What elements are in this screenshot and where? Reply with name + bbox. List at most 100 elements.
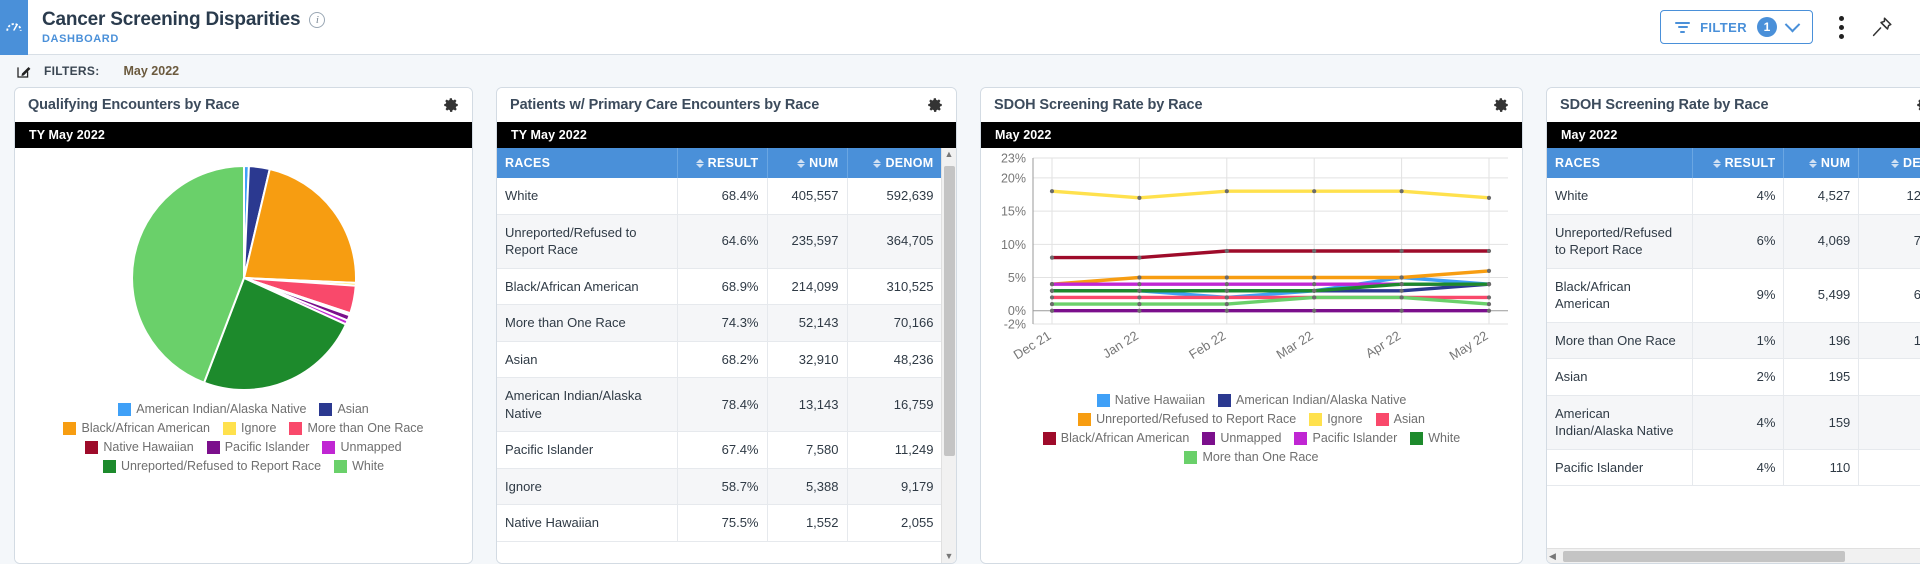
data-point-marker[interactable] — [1486, 195, 1492, 200]
legend-item[interactable]: Ignore — [1309, 412, 1363, 426]
legend-item[interactable]: Black/African American — [63, 421, 210, 435]
data-point-marker[interactable] — [1399, 248, 1404, 254]
table-row[interactable]: Black/African American9%5,4996 — [1547, 268, 1920, 323]
horizontal-scrollbar[interactable]: ◀ ▶ — [1547, 548, 1920, 563]
scrollbar-thumb[interactable] — [1563, 551, 1845, 562]
data-point-marker[interactable] — [1224, 189, 1229, 194]
scroll-left-arrow[interactable]: ◀ — [1549, 551, 1556, 562]
table-row[interactable]: American Indian/Alaska Native 78.4% 13,143… — [497, 377, 941, 433]
data-point-marker[interactable] — [1049, 295, 1055, 300]
table-row[interactable]: More than One Race 74.3% 52,143 70,166 — [497, 304, 941, 342]
column-header-races[interactable]: RACES — [1547, 148, 1694, 178]
data-point-marker[interactable] — [1224, 282, 1229, 287]
data-point-marker[interactable] — [1224, 275, 1229, 280]
table-row[interactable]: Asian 68.2% 32,910 48,236 — [497, 341, 941, 379]
gear-icon[interactable] — [1492, 96, 1510, 114]
data-point-marker[interactable] — [1312, 288, 1317, 293]
scrollbar-thumb[interactable] — [944, 166, 955, 456]
gear-icon[interactable] — [1915, 96, 1920, 114]
table-row[interactable]: Pacific Islander 4% 110 — [1547, 449, 1920, 487]
data-point-marker[interactable] — [1137, 301, 1142, 307]
data-point-marker[interactable] — [1399, 295, 1404, 300]
data-point-marker[interactable] — [1399, 288, 1404, 293]
table-row[interactable]: Unreported/Refused to Report Race 64.6% 23… — [497, 214, 941, 269]
line-series[interactable] — [1050, 269, 1491, 286]
data-point-marker[interactable] — [1486, 248, 1492, 254]
table-row[interactable]: Native Hawaiian 75.5% 1,552 2,055 — [497, 504, 941, 543]
legend-item[interactable]: Asian — [319, 402, 369, 416]
data-point-marker[interactable] — [1312, 275, 1317, 280]
data-point-marker[interactable] — [1049, 255, 1055, 260]
scroll-up-arrow[interactable]: ▲ — [945, 150, 954, 159]
data-point-marker[interactable] — [1137, 308, 1142, 313]
legend-item[interactable]: Black/African American — [1042, 431, 1189, 445]
data-point-marker[interactable] — [1399, 189, 1404, 194]
table-row[interactable]: Black/African American 68.9% 214,099 310,52… — [497, 268, 941, 306]
data-point-marker[interactable] — [1137, 275, 1142, 280]
column-header-denom[interactable]: DENOM — [847, 148, 941, 178]
data-point-marker[interactable] — [1224, 308, 1229, 313]
table-row[interactable]: Ignore 58.7% 5,388 9,179 — [497, 468, 941, 506]
pie-chart[interactable] — [124, 158, 364, 398]
table-row[interactable]: American Indian/Alaska Native 4% 159 — [1547, 395, 1920, 450]
legend-item[interactable]: Unmapped — [322, 440, 402, 454]
gear-icon[interactable] — [442, 96, 460, 114]
filters-value[interactable]: May 2022 — [124, 64, 180, 78]
legend-item[interactable]: Unmapped — [1202, 431, 1281, 445]
column-header-races[interactable]: RACES — [497, 148, 678, 178]
table-row[interactable]: White 4% 4,527 12 — [1547, 178, 1920, 215]
legend-item[interactable]: Pacific Islander — [206, 440, 309, 454]
legend-item[interactable]: Native Hawaiian — [1096, 393, 1205, 407]
vertical-scrollbar[interactable]: ▲ ▼ — [941, 148, 956, 563]
data-point-marker[interactable] — [1137, 288, 1142, 293]
more-options-icon[interactable] — [1835, 12, 1848, 43]
gear-icon[interactable] — [926, 96, 944, 114]
data-point-marker[interactable] — [1399, 275, 1404, 280]
table-row[interactable]: Pacific Islander 67.4% 7,580 11,249 — [497, 431, 941, 469]
data-point-marker[interactable] — [1312, 295, 1317, 300]
column-header-num[interactable]: NUM — [767, 148, 848, 178]
data-point-marker[interactable] — [1137, 282, 1142, 287]
pin-icon[interactable] — [1870, 15, 1894, 39]
data-point-marker[interactable] — [1137, 295, 1142, 300]
line-chart[interactable]: 23% 20% 15% 10% 5% 0%-2%Dec 21 Jan 22 Feb 22 Mar… — [981, 148, 1522, 386]
table-row[interactable]: More than One Race1%1961 — [1547, 322, 1920, 360]
data-point-marker[interactable] — [1312, 189, 1317, 194]
legend-item[interactable]: White — [334, 459, 384, 473]
data-point-marker[interactable] — [1312, 282, 1317, 287]
table-row[interactable]: Asian 2% 195 — [1547, 358, 1920, 396]
data-point-marker[interactable] — [1224, 288, 1229, 293]
legend-item[interactable]: Native Hawaiian — [85, 440, 194, 454]
data-point-marker[interactable] — [1049, 301, 1055, 307]
column-header-num[interactable]: NUM — [1783, 148, 1860, 178]
legend-item[interactable]: American Indian/Alaska Native — [118, 402, 306, 416]
data-point-marker[interactable] — [1486, 301, 1492, 307]
data-point-marker[interactable] — [1486, 268, 1492, 273]
data-point-marker[interactable] — [1399, 308, 1404, 313]
scroll-down-arrow[interactable]: ▼ — [945, 552, 954, 561]
legend-item[interactable]: Asian — [1375, 412, 1425, 426]
filter-button[interactable]: FILTER 1 — [1660, 10, 1813, 44]
data-point-marker[interactable] — [1224, 248, 1229, 254]
data-point-marker[interactable] — [1224, 295, 1229, 300]
legend-item[interactable]: More than One Race — [1184, 450, 1319, 464]
data-point-marker[interactable] — [1486, 295, 1492, 300]
legend-item[interactable]: White — [1410, 431, 1460, 445]
data-point-marker[interactable] — [1399, 282, 1404, 287]
data-point-marker[interactable] — [1049, 308, 1055, 313]
column-header-result[interactable]: RESULT — [1692, 148, 1785, 178]
legend-item[interactable]: Pacific Islander — [1294, 431, 1397, 445]
edit-pencil-icon[interactable] — [16, 63, 32, 79]
data-point-marker[interactable] — [1312, 308, 1317, 313]
data-point-marker[interactable] — [1486, 308, 1492, 313]
data-point-marker[interactable] — [1224, 301, 1229, 307]
data-point-marker[interactable] — [1137, 195, 1142, 200]
data-point-marker[interactable] — [1049, 282, 1055, 287]
legend-item[interactable]: Ignore — [223, 421, 276, 435]
column-header-result[interactable]: RESULT — [677, 148, 768, 178]
data-point-marker[interactable] — [1137, 255, 1142, 260]
legend-item[interactable]: More than One Race — [289, 421, 424, 435]
app-icon-tab[interactable] — [0, 0, 28, 55]
data-point-marker[interactable] — [1049, 288, 1055, 293]
legend-item[interactable]: Unreported/Refused to Report Race — [1078, 412, 1296, 426]
